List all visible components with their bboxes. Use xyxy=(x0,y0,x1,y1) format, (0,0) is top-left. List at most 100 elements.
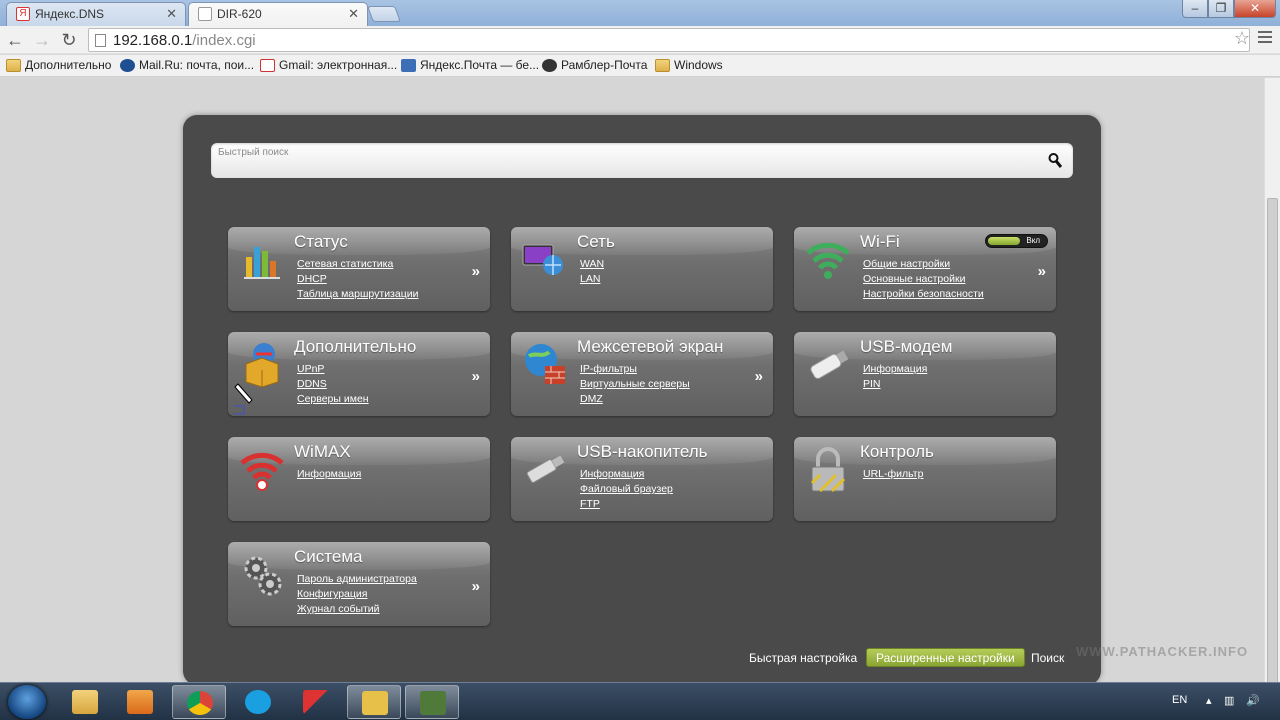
bookmark-label: Рамблер-Почта xyxy=(561,58,648,72)
tile-control[interactable]: Контроль URL-фильтр xyxy=(794,437,1056,521)
language-indicator[interactable]: EN xyxy=(1172,694,1187,706)
toggle-knob xyxy=(988,237,1020,245)
tab-label: Яндекс.DNS xyxy=(35,7,105,21)
forward-arrow-icon[interactable]: → xyxy=(31,30,53,52)
link-dmz[interactable]: DMZ xyxy=(580,392,690,407)
maximize-button[interactable]: ❐ xyxy=(1208,0,1234,18)
bookmark-star-icon[interactable]: ☆ xyxy=(1234,28,1250,49)
link-upnp[interactable]: UPnP xyxy=(297,362,369,377)
tile-usb-storage[interactable]: USB-накопитель Информация Файловый брауз… xyxy=(511,437,773,521)
search-link[interactable]: Поиск xyxy=(1031,651,1064,665)
skype-icon xyxy=(245,690,271,714)
link-file-browser[interactable]: Файловый браузер xyxy=(580,482,673,497)
bookmark-mailru[interactable]: Mail.Ru: почта, пои... xyxy=(120,58,254,72)
wifi-icon xyxy=(806,242,850,279)
link-modem-info[interactable]: Информация xyxy=(863,362,927,377)
more-arrow[interactable]: » xyxy=(472,263,480,280)
link-lan[interactable]: LAN xyxy=(580,272,604,287)
link-configuration[interactable]: Конфигурация xyxy=(297,587,417,602)
app-icon xyxy=(303,690,329,714)
tray-arrow-icon[interactable]: ▴ xyxy=(1206,694,1212,707)
close-window-button[interactable]: ✕ xyxy=(1234,0,1276,18)
volume-icon[interactable]: 🔊 xyxy=(1246,694,1260,707)
bookmark-label: Дополнительно xyxy=(25,58,112,72)
tile-wimax[interactable]: WiMAX Информация xyxy=(228,437,490,521)
tab-dir-620[interactable]: DIR-620 ✕ xyxy=(188,2,368,26)
tile-advanced[interactable]: Дополнительно UPnP DDNS Серверы имен » xyxy=(228,332,490,416)
tile-firewall[interactable]: Межсетевой экран IP-фильтры Виртуальные … xyxy=(511,332,773,416)
close-tab-icon[interactable]: ✕ xyxy=(348,6,359,22)
taskbar-app-green[interactable] xyxy=(405,685,459,719)
advanced-settings-button[interactable]: Расширенные настройки xyxy=(866,648,1025,667)
link-wifi-security[interactable]: Настройки безопасности xyxy=(863,287,984,302)
network-icon xyxy=(522,244,563,275)
back-arrow-icon[interactable]: ← xyxy=(4,30,26,52)
wifi-toggle[interactable]: Вкл xyxy=(985,234,1048,248)
quick-setup-link[interactable]: Быстрая настройка xyxy=(749,651,857,665)
gears-icon xyxy=(244,556,282,596)
tile-usb-modem[interactable]: USB-модем Информация PIN xyxy=(794,332,1056,416)
tile-system[interactable]: Система Пароль администратора Конфигурац… xyxy=(228,542,490,626)
bookmark-windows[interactable]: Windows xyxy=(655,58,723,72)
link-wan[interactable]: WAN xyxy=(580,257,604,272)
more-arrow[interactable]: » xyxy=(472,368,480,385)
vertical-scrollbar[interactable] xyxy=(1264,78,1280,720)
firewall-icon xyxy=(525,344,565,384)
link-ftp[interactable]: FTP xyxy=(580,497,673,512)
link-name-servers[interactable]: Серверы имен xyxy=(297,392,369,407)
link-wifi-basic[interactable]: Основные настройки xyxy=(863,272,984,287)
taskbar-skype[interactable] xyxy=(231,685,285,719)
tab-yandex-dns[interactable]: Я Яндекс.DNS ✕ xyxy=(6,2,186,26)
minimize-button[interactable]: – xyxy=(1182,0,1208,18)
tile-title: Сеть xyxy=(577,232,615,251)
pen-cursor-icon xyxy=(234,383,253,415)
quick-search-input[interactable]: Быстрый поиск xyxy=(211,143,1073,178)
bookmark-gmail[interactable]: Gmail: электронная... xyxy=(260,58,397,72)
link-network-stats[interactable]: Сетевая статистика xyxy=(297,257,418,272)
more-arrow[interactable]: » xyxy=(755,368,763,385)
taskbar-app-red[interactable] xyxy=(289,685,343,719)
bookmark-rambler[interactable]: Рамблер-Почта xyxy=(542,58,647,72)
tile-network[interactable]: Сеть WAN LAN xyxy=(511,227,773,311)
url-host: 192.168.0.1 xyxy=(113,32,193,49)
bookmark-label: Gmail: электронная... xyxy=(279,58,398,72)
search-icon[interactable] xyxy=(1048,152,1062,170)
more-arrow[interactable]: » xyxy=(1038,263,1046,280)
network-tray-icon[interactable]: ▥ xyxy=(1224,694,1234,707)
taskbar-explorer[interactable] xyxy=(58,685,112,719)
link-wimax-info[interactable]: Информация xyxy=(297,467,361,482)
taskbar-chrome[interactable] xyxy=(172,685,226,719)
mailru-icon xyxy=(120,59,135,72)
taskbar-media-player[interactable] xyxy=(113,685,167,719)
link-dhcp[interactable]: DHCP xyxy=(297,272,418,287)
bookmark-dopolnitelno[interactable]: Дополнительно xyxy=(6,58,111,72)
windows-taskbar: EN ▴ ▥ 🔊 xyxy=(0,682,1280,720)
reload-icon[interactable]: ↻ xyxy=(58,30,80,52)
link-admin-password[interactable]: Пароль администратора xyxy=(297,572,417,587)
more-arrow[interactable]: » xyxy=(472,578,480,595)
media-player-icon xyxy=(127,690,153,714)
bookmark-yandex-mail[interactable]: Яндекс.Почта — бе... xyxy=(401,58,539,72)
link-storage-info[interactable]: Информация xyxy=(580,467,673,482)
link-url-filter[interactable]: URL-фильтр xyxy=(863,467,923,482)
tile-wifi[interactable]: Wi-Fi Вкл Общие настройки Основные настр… xyxy=(794,227,1056,311)
link-routing-table[interactable]: Таблица маршрутизации xyxy=(297,287,418,302)
browser-tab-strip: Я Яндекс.DNS ✕ DIR-620 ✕ – ❐ ✕ xyxy=(0,0,1280,26)
tile-status[interactable]: Статус Сетевая статистика DHCP Таблица м… xyxy=(228,227,490,311)
link-ip-filters[interactable]: IP-фильтры xyxy=(580,362,690,377)
menu-icon[interactable] xyxy=(1258,31,1272,46)
link-wifi-general[interactable]: Общие настройки xyxy=(863,257,984,272)
close-tab-icon[interactable]: ✕ xyxy=(166,6,177,22)
link-event-log[interactable]: Журнал событий xyxy=(297,602,417,617)
page-viewport: Быстрый поиск Статус Сетевая статистика … xyxy=(0,78,1264,682)
start-button[interactable] xyxy=(8,685,46,719)
address-bar[interactable]: 192.168.0.1/index.cgi xyxy=(88,28,1250,52)
bookmarks-bar: Дополнительно Mail.Ru: почта, пои... Gma… xyxy=(0,55,1280,77)
tab-label: DIR-620 xyxy=(217,7,262,21)
link-virtual-servers[interactable]: Виртуальные серверы xyxy=(580,377,690,392)
scrollbar-thumb[interactable] xyxy=(1267,198,1278,720)
link-ddns[interactable]: DDNS xyxy=(297,377,369,392)
new-tab-button[interactable] xyxy=(367,6,401,22)
link-pin[interactable]: PIN xyxy=(863,377,927,392)
taskbar-app-yellow[interactable] xyxy=(347,685,401,719)
